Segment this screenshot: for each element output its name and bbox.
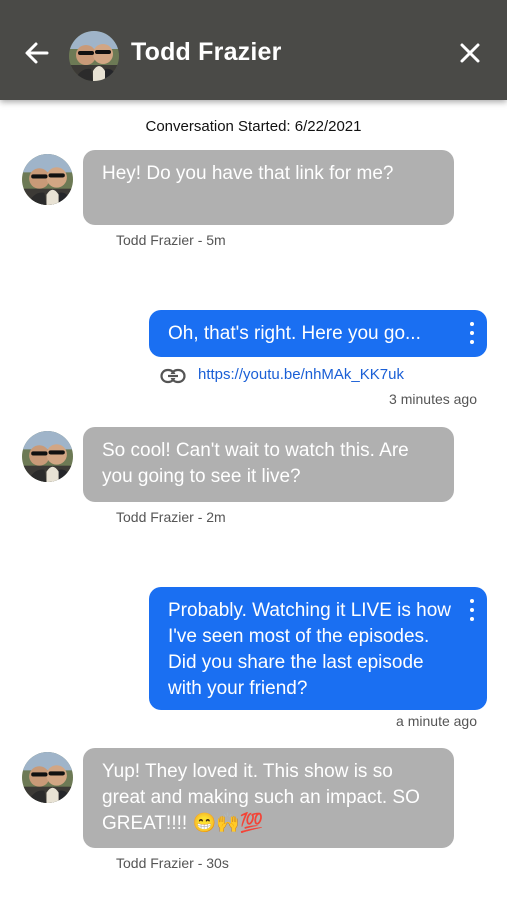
contact-name: Todd Frazier — [131, 38, 282, 66]
message-meta: Todd Frazier - 30s — [116, 855, 229, 871]
message-meta: Todd Frazier - 2m — [116, 509, 226, 525]
message-meta: 3 minutes ago — [389, 391, 477, 407]
app-header: Todd Frazier — [0, 0, 507, 100]
arrow-left-icon — [25, 42, 49, 64]
outgoing-message-bubble[interactable]: Oh, that's right. Here you go... — [149, 310, 487, 357]
conversation-started-label: Conversation Started: 6/22/2021 — [145, 118, 362, 135]
sender-avatar[interactable] — [22, 154, 73, 205]
incoming-message-bubble[interactable]: So cool! Can't wait to watch this. Are y… — [83, 427, 454, 502]
contact-avatar[interactable] — [69, 31, 119, 81]
message-text: Probably. Watching it LIVE is how I've s… — [168, 600, 452, 699]
outgoing-message-bubble[interactable]: Probably. Watching it LIVE is how I've s… — [149, 587, 487, 710]
incoming-message-bubble[interactable]: Hey! Do you have that link for me? — [83, 150, 454, 225]
message-text: Oh, that's right. Here you go... — [168, 323, 421, 344]
more-options-icon[interactable] — [469, 599, 475, 621]
back-button[interactable] — [20, 36, 54, 70]
close-icon — [460, 43, 480, 63]
message-text: So cool! Can't wait to watch this. Are y… — [102, 440, 409, 487]
message-meta: a minute ago — [396, 713, 477, 729]
message-text: Hey! Do you have that link for me? — [102, 163, 394, 184]
message-meta: Todd Frazier - 5m — [116, 232, 226, 248]
link-icon — [160, 368, 186, 384]
incoming-message-bubble[interactable]: Yup! They loved it. This show is so grea… — [83, 748, 454, 848]
sender-avatar[interactable] — [22, 752, 73, 803]
emoji-reaction: 😁🙌💯 — [192, 813, 264, 834]
sender-avatar[interactable] — [22, 431, 73, 482]
close-button[interactable] — [453, 36, 487, 70]
message-link-url[interactable]: https://youtu.be/nhMAk_KK7uk — [198, 366, 404, 383]
more-options-icon[interactable] — [469, 322, 475, 344]
